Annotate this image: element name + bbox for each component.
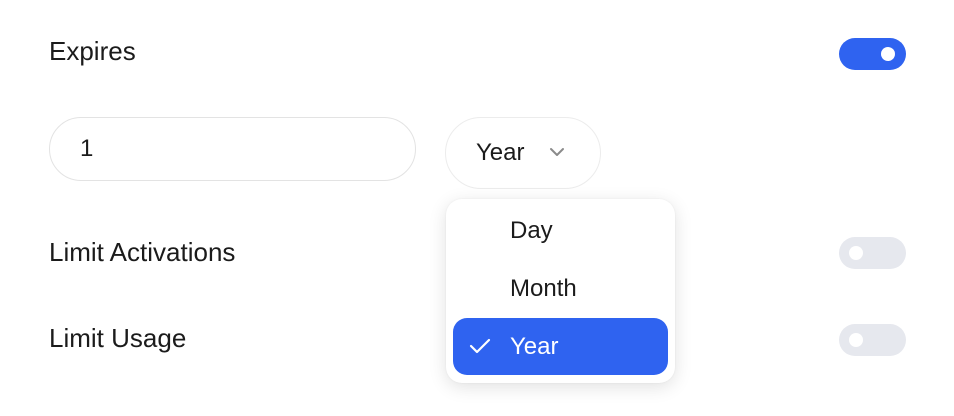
expires-duration-input[interactable] (49, 117, 416, 181)
chevron-down-icon (550, 148, 564, 156)
expires-unit-select[interactable]: Year (445, 117, 601, 189)
expires-label: Expires (49, 36, 136, 66)
limit-usage-toggle[interactable] (839, 324, 906, 356)
menu-item-year[interactable]: Year (453, 318, 668, 375)
menu-item-label: Month (510, 274, 577, 302)
expires-unit-dropdown-menu: Day Month Year (446, 199, 675, 383)
expires-toggle[interactable] (839, 38, 906, 70)
toggle-knob (849, 333, 863, 347)
license-settings-panel: Expires Year Limit Activations Limit Usa… (0, 0, 954, 416)
menu-item-label: Year (510, 332, 559, 360)
menu-item-day[interactable]: Day (453, 202, 668, 259)
toggle-knob (881, 47, 895, 61)
toggle-knob (849, 246, 863, 260)
menu-item-label: Day (510, 216, 553, 244)
limit-usage-label: Limit Usage (49, 323, 187, 353)
menu-item-month[interactable]: Month (453, 260, 668, 317)
limit-activations-label: Limit Activations (49, 237, 236, 267)
expires-unit-select-value: Year (476, 139, 525, 166)
limit-activations-toggle[interactable] (839, 237, 906, 269)
check-icon (469, 338, 491, 354)
